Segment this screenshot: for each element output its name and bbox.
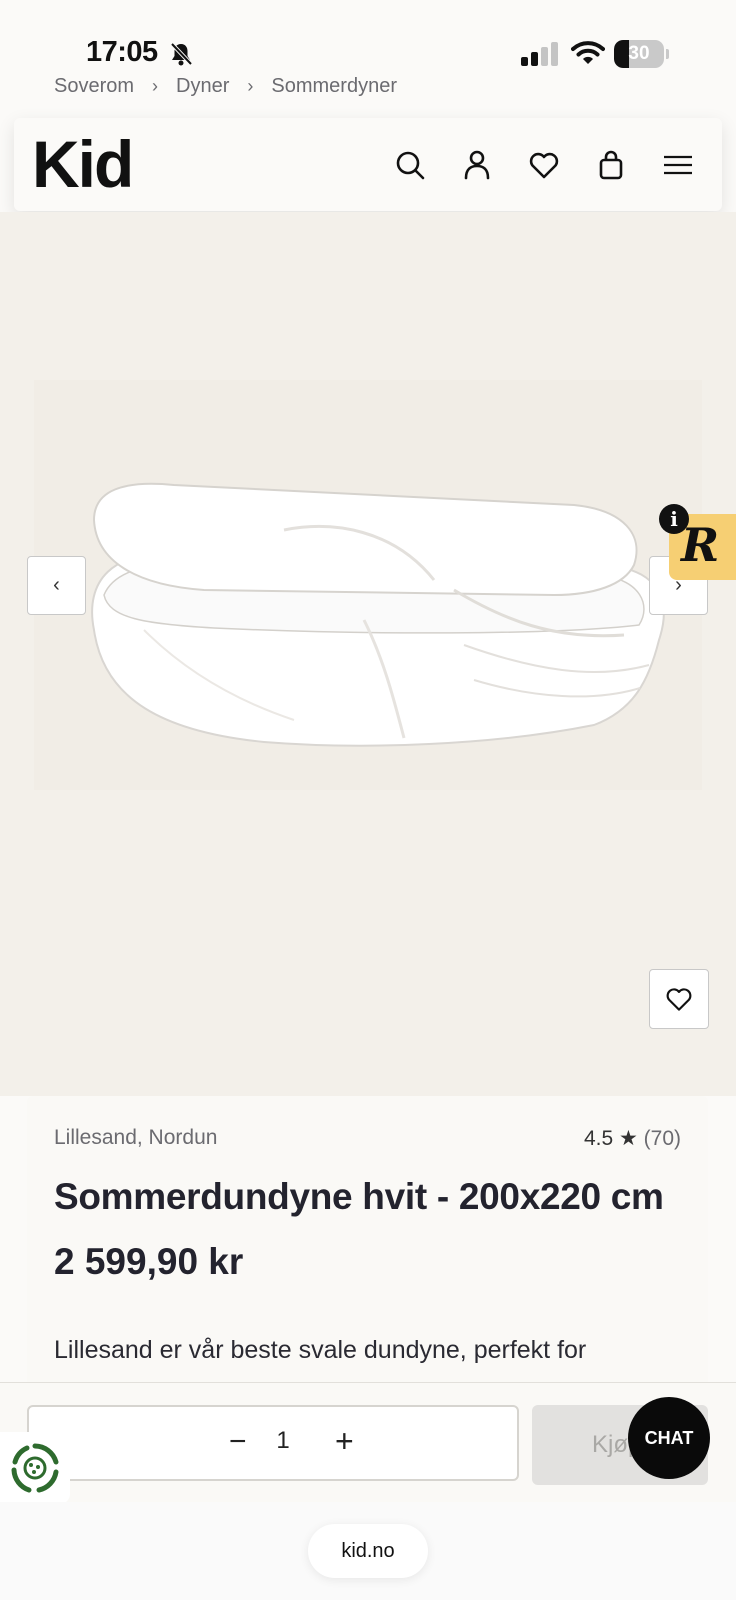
sticky-buy-bar: − 1 + Kjøp <box>0 1382 736 1502</box>
decrease-quantity-button[interactable]: − <box>229 1425 247 1459</box>
breadcrumb-item-sommerdyner[interactable]: Sommerdyner <box>271 75 397 98</box>
bell-slash-icon <box>170 42 193 66</box>
product-description: Lillesand er vår beste svale dundyne, pe… <box>54 1336 587 1364</box>
chat-button[interactable]: CHAT <box>628 1397 710 1479</box>
quantity-stepper: − 1 + <box>27 1405 519 1481</box>
heart-icon[interactable] <box>527 148 561 182</box>
chevron-left-icon: ‹ <box>53 574 60 596</box>
product-info-card: Lillesand, Nordun 4.5 ★ (70) Sommerdundy… <box>27 1096 708 1396</box>
product-price: 2 599,90 kr <box>54 1241 244 1282</box>
chevron-right-icon: › <box>152 75 159 96</box>
chevron-right-icon: › <box>247 75 254 96</box>
heart-icon <box>666 988 692 1011</box>
site-header: Kid <box>14 118 722 211</box>
add-to-wishlist-button[interactable] <box>649 969 709 1029</box>
wifi-icon <box>571 41 605 64</box>
menu-icon[interactable] <box>661 148 695 182</box>
logo[interactable]: Kid <box>32 126 134 202</box>
info-icon[interactable]: i <box>659 504 689 534</box>
search-icon[interactable] <box>393 148 427 182</box>
product-rating[interactable]: 4.5 ★ (70) <box>584 1126 681 1151</box>
product-title: Sommerdundyne hvit - 200x220 cm <box>54 1176 664 1217</box>
browser-bar: kid.no <box>0 1502 736 1600</box>
cart-icon[interactable] <box>594 148 628 182</box>
product-gallery[interactable]: ‹ › R <box>0 212 736 1096</box>
breadcrumb-item-dyner[interactable]: Dyner <box>176 75 229 98</box>
status-time: 17:05 <box>86 36 158 68</box>
eco-badge[interactable] <box>0 1432 70 1504</box>
quantity-value[interactable]: 1 <box>268 1427 298 1455</box>
breadcrumb-item-soverom[interactable]: Soverom <box>54 75 134 98</box>
gallery-prev-button[interactable]: ‹ <box>27 556 86 615</box>
product-brand[interactable]: Lillesand, Nordun <box>54 1126 217 1150</box>
rating-score: 4.5 ★ <box>583 1127 638 1150</box>
recycle-icon <box>11 1443 59 1493</box>
address-bar[interactable]: kid.no <box>308 1524 428 1578</box>
breadcrumb: Soverom › Dyner › Sommerdyner <box>54 72 397 100</box>
increase-quantity-button[interactable]: + <box>335 1423 354 1460</box>
battery-icon: 30 <box>614 40 670 68</box>
battery-percent: 30 <box>628 43 650 64</box>
product-image-duvet <box>34 380 702 790</box>
cellular-signal-icon <box>521 42 558 66</box>
account-icon[interactable] <box>460 148 494 182</box>
status-bar: 17:05 30 <box>0 0 736 72</box>
rating-count: (70) <box>643 1127 681 1150</box>
